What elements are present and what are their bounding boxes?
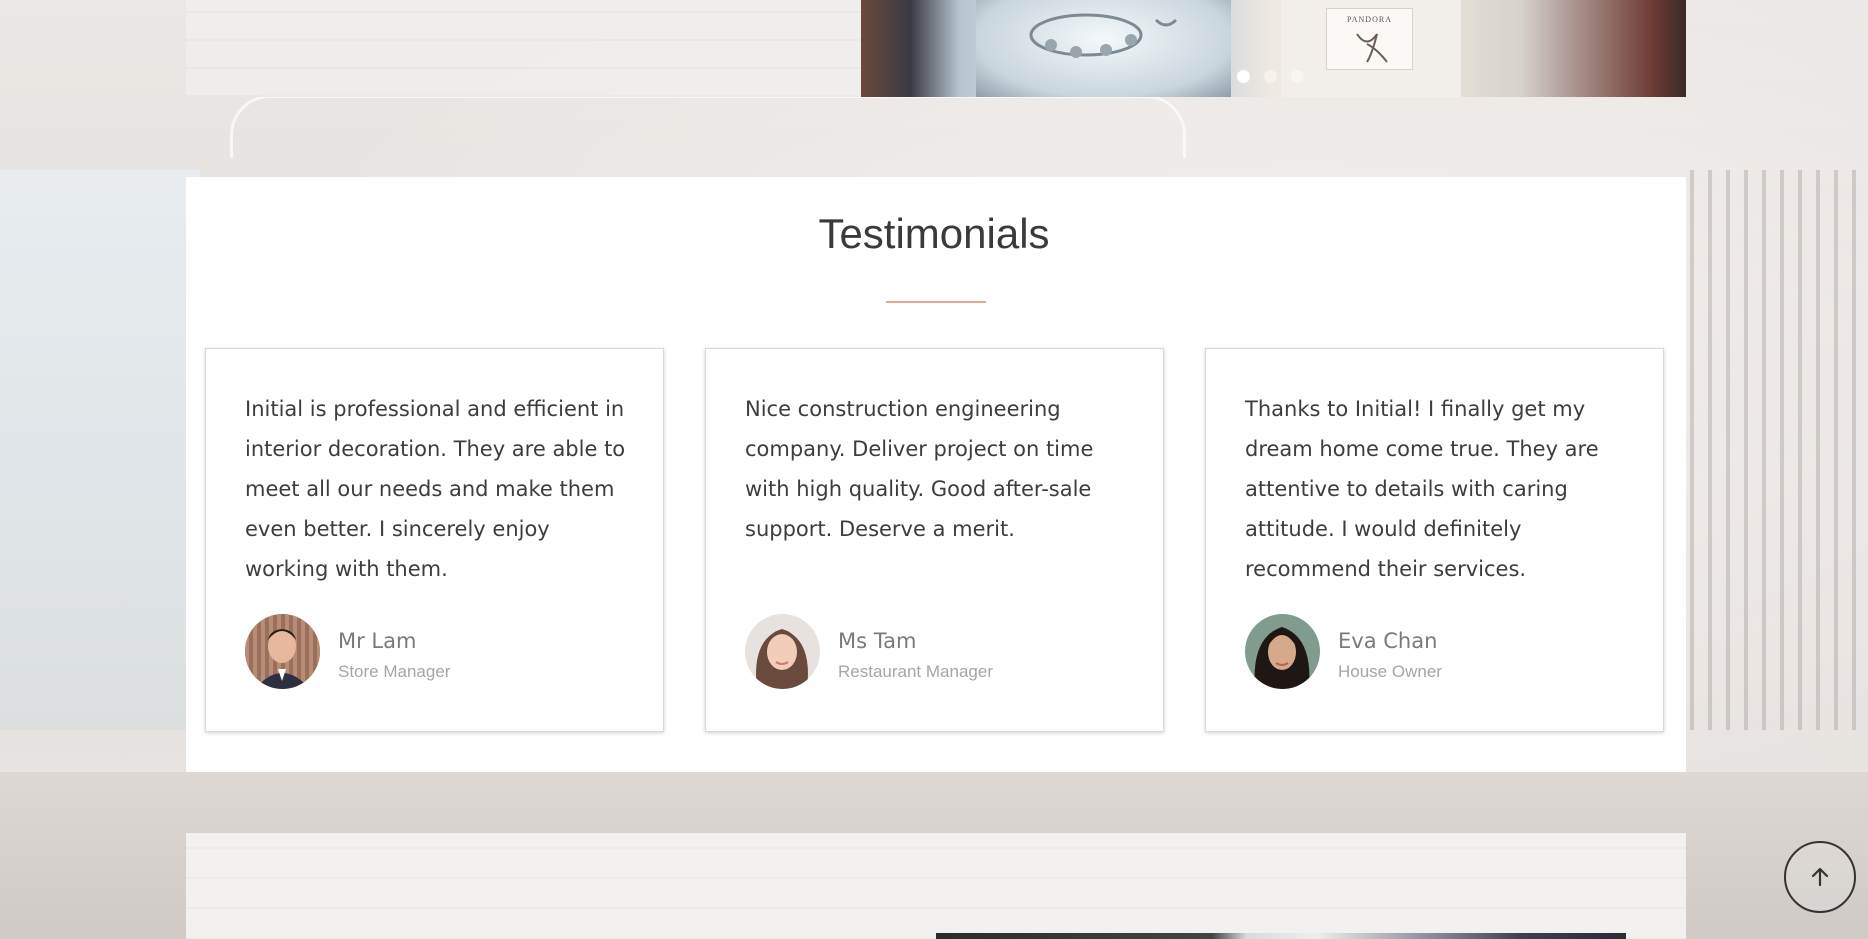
reviewer-role: Restaurant Manager (838, 662, 993, 681)
testimonial-quote: Thanks to Initial! I finally get my drea… (1245, 397, 1599, 581)
carousel-dot-2[interactable] (1264, 70, 1277, 83)
background-ceiling (230, 95, 1186, 158)
woman-avatar-icon (1245, 614, 1320, 689)
carousel-dot-3[interactable] (1291, 70, 1304, 83)
testimonial-quote: Initial is professional and efficient in… (245, 397, 626, 581)
man-avatar-icon (245, 614, 320, 689)
jewelry-display (976, 0, 1231, 97)
reviewer-role: Store Manager (338, 662, 451, 681)
bracelet-graphic (1029, 13, 1178, 58)
testimonial-card: Nice construction engineering company. D… (705, 348, 1164, 732)
testimonial-card: Thanks to Initial! I finally get my drea… (1205, 348, 1664, 732)
avatar (245, 614, 320, 689)
section-title: Testimonials (818, 210, 1050, 257)
ribbon-graphic (1356, 33, 1388, 63)
store-sign: PANDORA (1326, 8, 1413, 70)
reviewer-role: House Owner (1338, 662, 1442, 681)
testimonial-quote: Nice construction engineering company. D… (745, 397, 1094, 541)
testimonial-card: Initial is professional and efficient in… (205, 348, 664, 732)
carousel-pagination (1237, 70, 1304, 83)
reviewer-name: Ms Tam (838, 629, 917, 653)
reviewer-name: Eva Chan (1338, 629, 1438, 653)
avatar (745, 614, 820, 689)
arrow-up-icon (1811, 867, 1829, 887)
back-to-top-button[interactable] (1784, 841, 1856, 913)
next-section-photo (936, 933, 1626, 939)
carousel-dot-1[interactable] (1237, 70, 1250, 83)
brick-wall-panel (186, 0, 861, 97)
woman-avatar-icon (745, 614, 820, 689)
avatar (1245, 614, 1320, 689)
store-sign-text: PANDORA (1347, 15, 1392, 24)
next-section-panel (186, 833, 1686, 939)
reviewer-name: Mr Lam (338, 629, 417, 653)
title-divider (886, 301, 986, 303)
